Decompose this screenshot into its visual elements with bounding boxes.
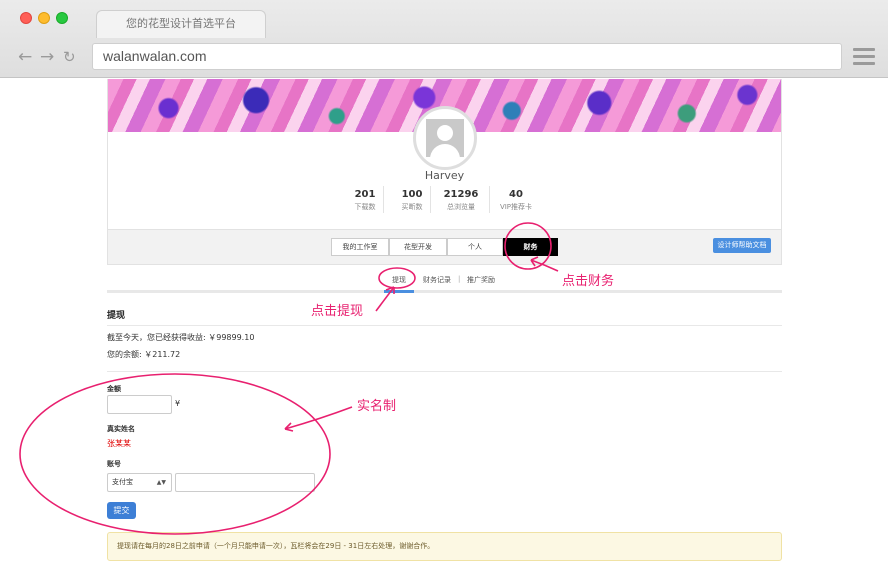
back-arrow-icon[interactable]: ← [18,48,32,66]
hamburger-menu-icon[interactable] [853,48,875,66]
annotation-overlay [19,222,559,535]
annotation-real-name: 实名制 [357,399,397,414]
address-bar-url: walanwalan.com [103,48,207,64]
address-bar[interactable]: walanwalan.com [92,43,842,70]
annotation-click-finance: 点击财务 [562,274,615,289]
withdraw-arrow [375,286,395,312]
reload-icon[interactable]: ↻ [63,48,76,66]
realname-highlight-ellipse [19,373,331,535]
annotation-click-withdraw: 点击提现 [311,304,364,319]
browser-chrome: 您的花型设计首选平台 ← → ↻ walanwalan.com [0,0,888,78]
realname-arrow [284,406,353,430]
close-window-icon[interactable] [20,12,32,24]
maximize-window-icon[interactable] [56,12,68,24]
browser-tab-title: 您的花型设计首选平台 [126,17,236,30]
minimize-window-icon[interactable] [38,12,50,24]
browser-tab[interactable]: 您的花型设计首选平台 [96,10,266,38]
finance-highlight-circle [504,222,552,270]
page-content: Harvey 201 下载数 100 买断数 21296 总浏览量 40 VIP… [0,79,888,580]
forward-arrow-icon[interactable]: → [40,48,54,66]
withdraw-highlight-ellipse [378,267,416,289]
